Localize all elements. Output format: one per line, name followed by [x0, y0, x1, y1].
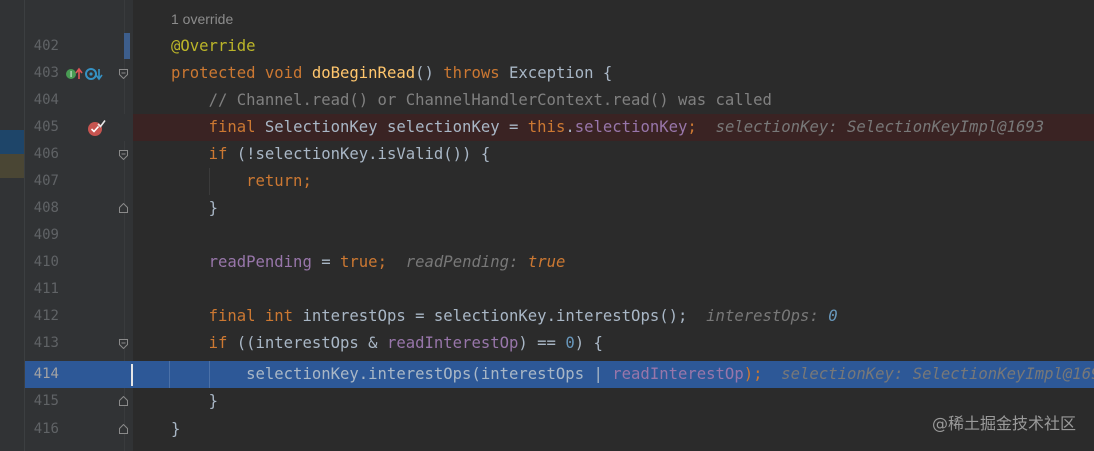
line-number[interactable]: 410	[25, 249, 59, 276]
code-line-414-current[interactable]: 414 selectionKey.interestOps(interestOps…	[25, 361, 1094, 388]
fold-end-icon[interactable]	[119, 424, 128, 434]
code-line-408[interactable]: 408 }	[25, 195, 1094, 222]
fold-icon[interactable]	[119, 69, 128, 79]
code-text[interactable]: }	[171, 195, 218, 222]
code-text[interactable]: }	[171, 388, 218, 415]
line-number[interactable]: 408	[25, 195, 59, 222]
indent-guide	[209, 168, 210, 195]
code-text[interactable]: // Channel.read() or ChannelHandlerConte…	[171, 87, 772, 114]
line-number[interactable]: 407	[25, 168, 59, 195]
code-line-409[interactable]: 409	[25, 222, 1094, 249]
indent-guide	[169, 361, 170, 388]
fold-icon[interactable]	[119, 339, 128, 349]
code-line-406[interactable]: 406 if (!selectionKey.isValid()) {	[25, 141, 1094, 168]
override-hint[interactable]: 1 override	[171, 8, 233, 30]
code-line-410[interactable]: 410 readPending = true; readPending: tru…	[25, 249, 1094, 276]
line-number[interactable]: 411	[25, 276, 59, 303]
line-number[interactable]: 412	[25, 303, 59, 330]
fold-icon[interactable]	[119, 150, 128, 160]
code-text[interactable]: final SelectionKey selectionKey = this.s…	[171, 114, 1045, 141]
line-number[interactable]: 413	[25, 330, 59, 357]
line-number[interactable]: 409	[25, 222, 59, 249]
svg-text:I: I	[70, 70, 72, 79]
line-number[interactable]: 416	[25, 416, 59, 443]
inline-value-hint[interactable]: readPending: true	[406, 253, 566, 271]
line-number[interactable]: 402	[25, 33, 59, 60]
code-line-405[interactable]: 405 final SelectionKey selectionKey = th…	[25, 114, 1094, 141]
code-text[interactable]: final int interestOps = selectionKey.int…	[171, 303, 838, 330]
line-number[interactable]: 404	[25, 87, 59, 114]
text-caret	[131, 364, 133, 386]
code-line-404[interactable]: 404 // Channel.read() or ChannelHandlerC…	[25, 87, 1094, 114]
line-number[interactable]: 414	[25, 361, 59, 388]
line-number[interactable]: 406	[25, 141, 59, 168]
code-line-403[interactable]: 403 I protected void doBeginRead() throw…	[25, 60, 1094, 87]
code-line-413[interactable]: 413 if ((interestOps & readInterestOp) =…	[25, 330, 1094, 357]
code-text[interactable]: protected void doBeginRead() throws Exce…	[171, 60, 612, 87]
tool-window-strip	[0, 0, 25, 451]
code-text[interactable]: readPending = true; readPending: true	[171, 249, 566, 276]
watermark: @稀土掘金技术社区	[931, 414, 1076, 433]
inline-value-hint[interactable]: selectionKey: SelectionKeyImpl@1693	[716, 118, 1045, 136]
code-text[interactable]: @Override	[171, 33, 256, 60]
overridden-method-icon[interactable]: I	[65, 66, 103, 82]
code-text[interactable]: if ((interestOps & readInterestOp) == 0)…	[171, 330, 603, 357]
strip-marker-yellow	[0, 154, 24, 178]
code-line-412[interactable]: 412 final int interestOps = selectionKey…	[25, 303, 1094, 330]
code-line-411[interactable]: 411	[25, 276, 1094, 303]
strip-marker-blue	[0, 130, 24, 154]
inline-value-hint[interactable]: selectionKey: SelectionKeyImpl@1693	[781, 365, 1094, 383]
indent-guide	[209, 361, 210, 388]
line-number[interactable]: 415	[25, 388, 59, 415]
line-number[interactable]: 405	[25, 114, 59, 141]
code-text[interactable]: return;	[171, 168, 312, 195]
breakpoint-icon[interactable]	[87, 119, 107, 137]
fold-end-icon[interactable]	[119, 396, 128, 406]
code-text[interactable]: }	[171, 416, 180, 443]
inline-value-hint[interactable]: interestOps: 0	[706, 307, 837, 325]
code-text[interactable]: if (!selectionKey.isValid()) {	[171, 141, 491, 168]
line-number[interactable]: 403	[25, 60, 59, 87]
code-line-407[interactable]: 407 return;	[25, 168, 1094, 195]
fold-end-icon[interactable]	[119, 203, 128, 213]
code-line-402[interactable]: 402 @Override	[25, 33, 1094, 60]
code-text[interactable]: selectionKey.interestOps(interestOps | r…	[171, 361, 1094, 388]
